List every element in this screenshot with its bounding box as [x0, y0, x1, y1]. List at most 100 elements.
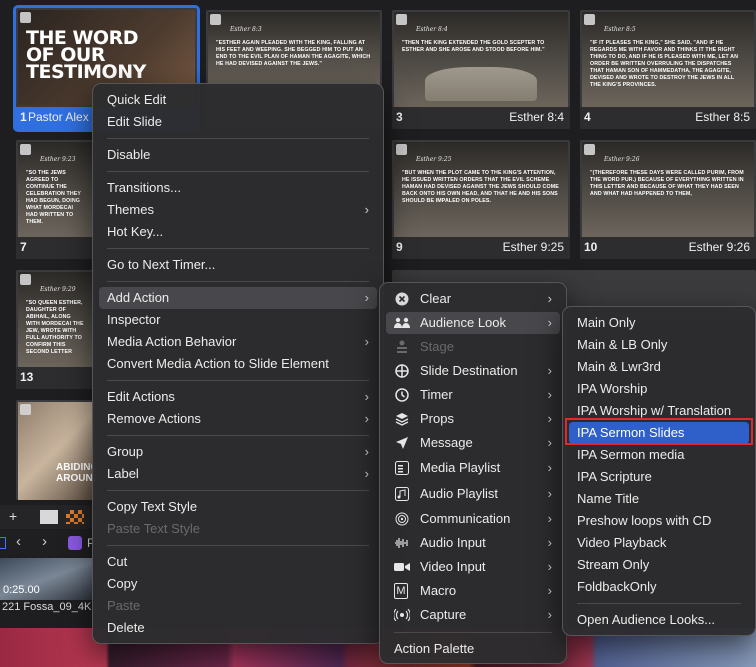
menu-item-audio-input[interactable]: Audio Input ›: [386, 532, 560, 554]
menu-item-inspector[interactable]: Inspector: [99, 309, 377, 331]
chevron-right-icon: ›: [547, 511, 552, 526]
context-menu: Quick Edit Edit Slide Disable Transition…: [92, 83, 384, 644]
menu-item-main-lb-only[interactable]: Main & LB Only: [569, 334, 749, 356]
slide-label: 9 Esther 9:25: [392, 237, 570, 259]
slide-label: 7: [16, 237, 96, 259]
add-action-submenu: Clear › Audience Look › Stage Slide Destin…: [379, 282, 567, 664]
back-chevron-icon[interactable]: ‹: [16, 533, 21, 550]
menu-item-audience-look[interactable]: Audience Look ›: [386, 312, 560, 334]
chevron-right-icon: ›: [547, 607, 552, 622]
menu-item-communication[interactable]: Communication ›: [386, 508, 560, 530]
menu-item-label[interactable]: Label ›: [99, 463, 377, 485]
add-slide-button[interactable]: +: [9, 508, 17, 524]
menu-item-foldback-only[interactable]: FoldbackOnly: [569, 576, 749, 598]
menu-item-ipa-worship[interactable]: IPA Worship: [569, 378, 749, 400]
audience-look-icon: [394, 315, 410, 331]
menu-separator: [107, 435, 369, 436]
sidebar-toggle-icon[interactable]: [0, 537, 6, 549]
menu-item-stream-only[interactable]: Stream Only: [569, 554, 749, 576]
menu-item-hot-key[interactable]: Hot Key...: [99, 221, 377, 243]
menu-item-edit-slide[interactable]: Edit Slide: [99, 111, 377, 133]
menu-item-open-audience-looks[interactable]: Open Audience Looks...: [569, 609, 749, 631]
slide-title-text: ABIDING AROUND: [56, 462, 96, 484]
menu-item-remove-actions[interactable]: Remove Actions ›: [99, 408, 377, 430]
chevron-right-icon: ›: [547, 291, 552, 306]
menu-item-group[interactable]: Group ›: [99, 441, 377, 463]
menu-separator: [577, 603, 741, 604]
forward-chevron-icon[interactable]: ›: [42, 533, 47, 550]
menu-item-video-playback[interactable]: Video Playback: [569, 532, 749, 554]
menu-item-copy[interactable]: Copy: [99, 573, 377, 595]
menu-item-macro[interactable]: M Macro ›: [386, 580, 560, 602]
slide-thumbnail[interactable]: Esther 9:29 "SO QUEEN ESTHER, DAUGHTER O…: [16, 270, 96, 389]
checker-view-icon[interactable]: [66, 510, 84, 524]
slide-thumbnail[interactable]: ABIDING AROUND: [16, 400, 96, 500]
menu-item-slide-destination[interactable]: Slide Destination ›: [386, 360, 560, 382]
menu-item-edit-actions[interactable]: Edit Actions ›: [99, 386, 377, 408]
menu-item-props[interactable]: Props ›: [386, 408, 560, 430]
slide-thumbnail[interactable]: Esther 9:26 "(THEREFORE THESE DAYS WERE …: [580, 140, 756, 259]
slide-badge-icon: [20, 274, 31, 285]
menu-separator: [107, 545, 369, 546]
slide-badge-icon: [396, 14, 407, 25]
menu-item-action-palette[interactable]: Action Palette: [386, 638, 560, 660]
menu-item-clear[interactable]: Clear ›: [386, 288, 560, 310]
menu-item-preshow-loops[interactable]: Preshow loops with CD: [569, 510, 749, 532]
menu-item-main-only[interactable]: Main Only: [569, 312, 749, 334]
menu-item-timer[interactable]: Timer ›: [386, 384, 560, 406]
audio-input-icon: [394, 535, 410, 551]
slide-thumbnail[interactable]: Esther 8:5 "IF IT PLEASES THE KING," SHE…: [580, 10, 756, 129]
menu-item-transitions[interactable]: Transitions...: [99, 177, 377, 199]
menu-item-ipa-sermon-slides[interactable]: IPA Sermon Slides: [569, 422, 749, 444]
menu-item-disable[interactable]: Disable: [99, 144, 377, 166]
menu-item-capture[interactable]: Capture ›: [386, 604, 560, 626]
slide-preview: Esther 9:23 "SO THE JEWS AGREED TO CONTI…: [18, 142, 94, 237]
slide-badge-icon: [20, 12, 31, 23]
slide-preview: ABIDING AROUND: [18, 402, 96, 500]
menu-item-media-playlist[interactable]: Media Playlist ›: [386, 457, 560, 479]
menu-item-media-action-behavior[interactable]: Media Action Behavior ›: [99, 331, 377, 353]
menu-item-cut[interactable]: Cut: [99, 551, 377, 573]
menu-item-message[interactable]: Message ›: [386, 432, 560, 454]
menu-item-stage: Stage: [386, 336, 560, 358]
slide-thumbnail[interactable]: Esther 8:4 "THEN THE KING EXTENDED THE G…: [392, 10, 570, 129]
chevron-right-icon: ›: [547, 486, 552, 501]
menu-item-name-title[interactable]: Name Title: [569, 488, 749, 510]
menu-item-video-input[interactable]: Video Input ›: [386, 556, 560, 578]
menu-item-ipa-sermon-media[interactable]: IPA Sermon media: [569, 444, 749, 466]
chevron-right-icon: ›: [547, 411, 552, 426]
props-icon: [394, 411, 410, 427]
menu-item-audio-playlist[interactable]: Audio Playlist ›: [386, 483, 560, 505]
menu-item-themes[interactable]: Themes ›: [99, 199, 377, 221]
slide-thumbnail[interactable]: Esther 9:23 "SO THE JEWS AGREED TO CONTI…: [16, 140, 96, 259]
video-input-icon: [394, 559, 410, 575]
menu-item-add-action[interactable]: Add Action ›: [99, 287, 377, 309]
chevron-right-icon: ›: [364, 389, 369, 404]
slide-badge-icon: [20, 144, 31, 155]
menu-item-ipa-scripture[interactable]: IPA Scripture: [569, 466, 749, 488]
media-nav-bar: ‹ › P: [0, 530, 100, 556]
menu-item-ipa-worship-translation[interactable]: IPA Worship w/ Translation: [569, 400, 749, 422]
chevron-right-icon: ›: [364, 466, 369, 481]
menu-separator: [107, 281, 369, 282]
playlist-icon[interactable]: [68, 536, 82, 550]
slide-preview: Esther 9:25 "BUT WHEN THE PLOT CAME TO T…: [394, 142, 568, 237]
slide-title-text: THE WORD OF OUR TESTIMONY: [26, 27, 146, 83]
menu-item-convert-media-action[interactable]: Convert Media Action to Slide Element: [99, 353, 377, 375]
slide-badge-icon: [210, 14, 221, 25]
menu-item-delete[interactable]: Delete: [99, 617, 377, 639]
grid-view-icon[interactable]: [40, 510, 58, 524]
slide-badge-icon: [20, 404, 31, 415]
menu-item-main-lwr3rd[interactable]: Main & Lwr3rd: [569, 356, 749, 378]
menu-separator: [107, 171, 369, 172]
menu-item-paste-text-style: Paste Text Style: [107, 521, 200, 536]
menu-item-copy-text-style[interactable]: Copy Text Style: [99, 496, 377, 518]
timer-icon: [394, 387, 410, 403]
menu-item-paste: Paste: [107, 598, 141, 613]
menu-item-go-to-next-timer[interactable]: Go to Next Timer...: [99, 254, 377, 276]
chevron-right-icon: ›: [547, 559, 552, 574]
menu-item-quick-edit[interactable]: Quick Edit: [99, 89, 377, 111]
slide-destination-icon: [394, 363, 410, 379]
slide-thumbnail[interactable]: Esther 9:25 "BUT WHEN THE PLOT CAME TO T…: [392, 140, 570, 259]
menu-separator: [107, 380, 369, 381]
